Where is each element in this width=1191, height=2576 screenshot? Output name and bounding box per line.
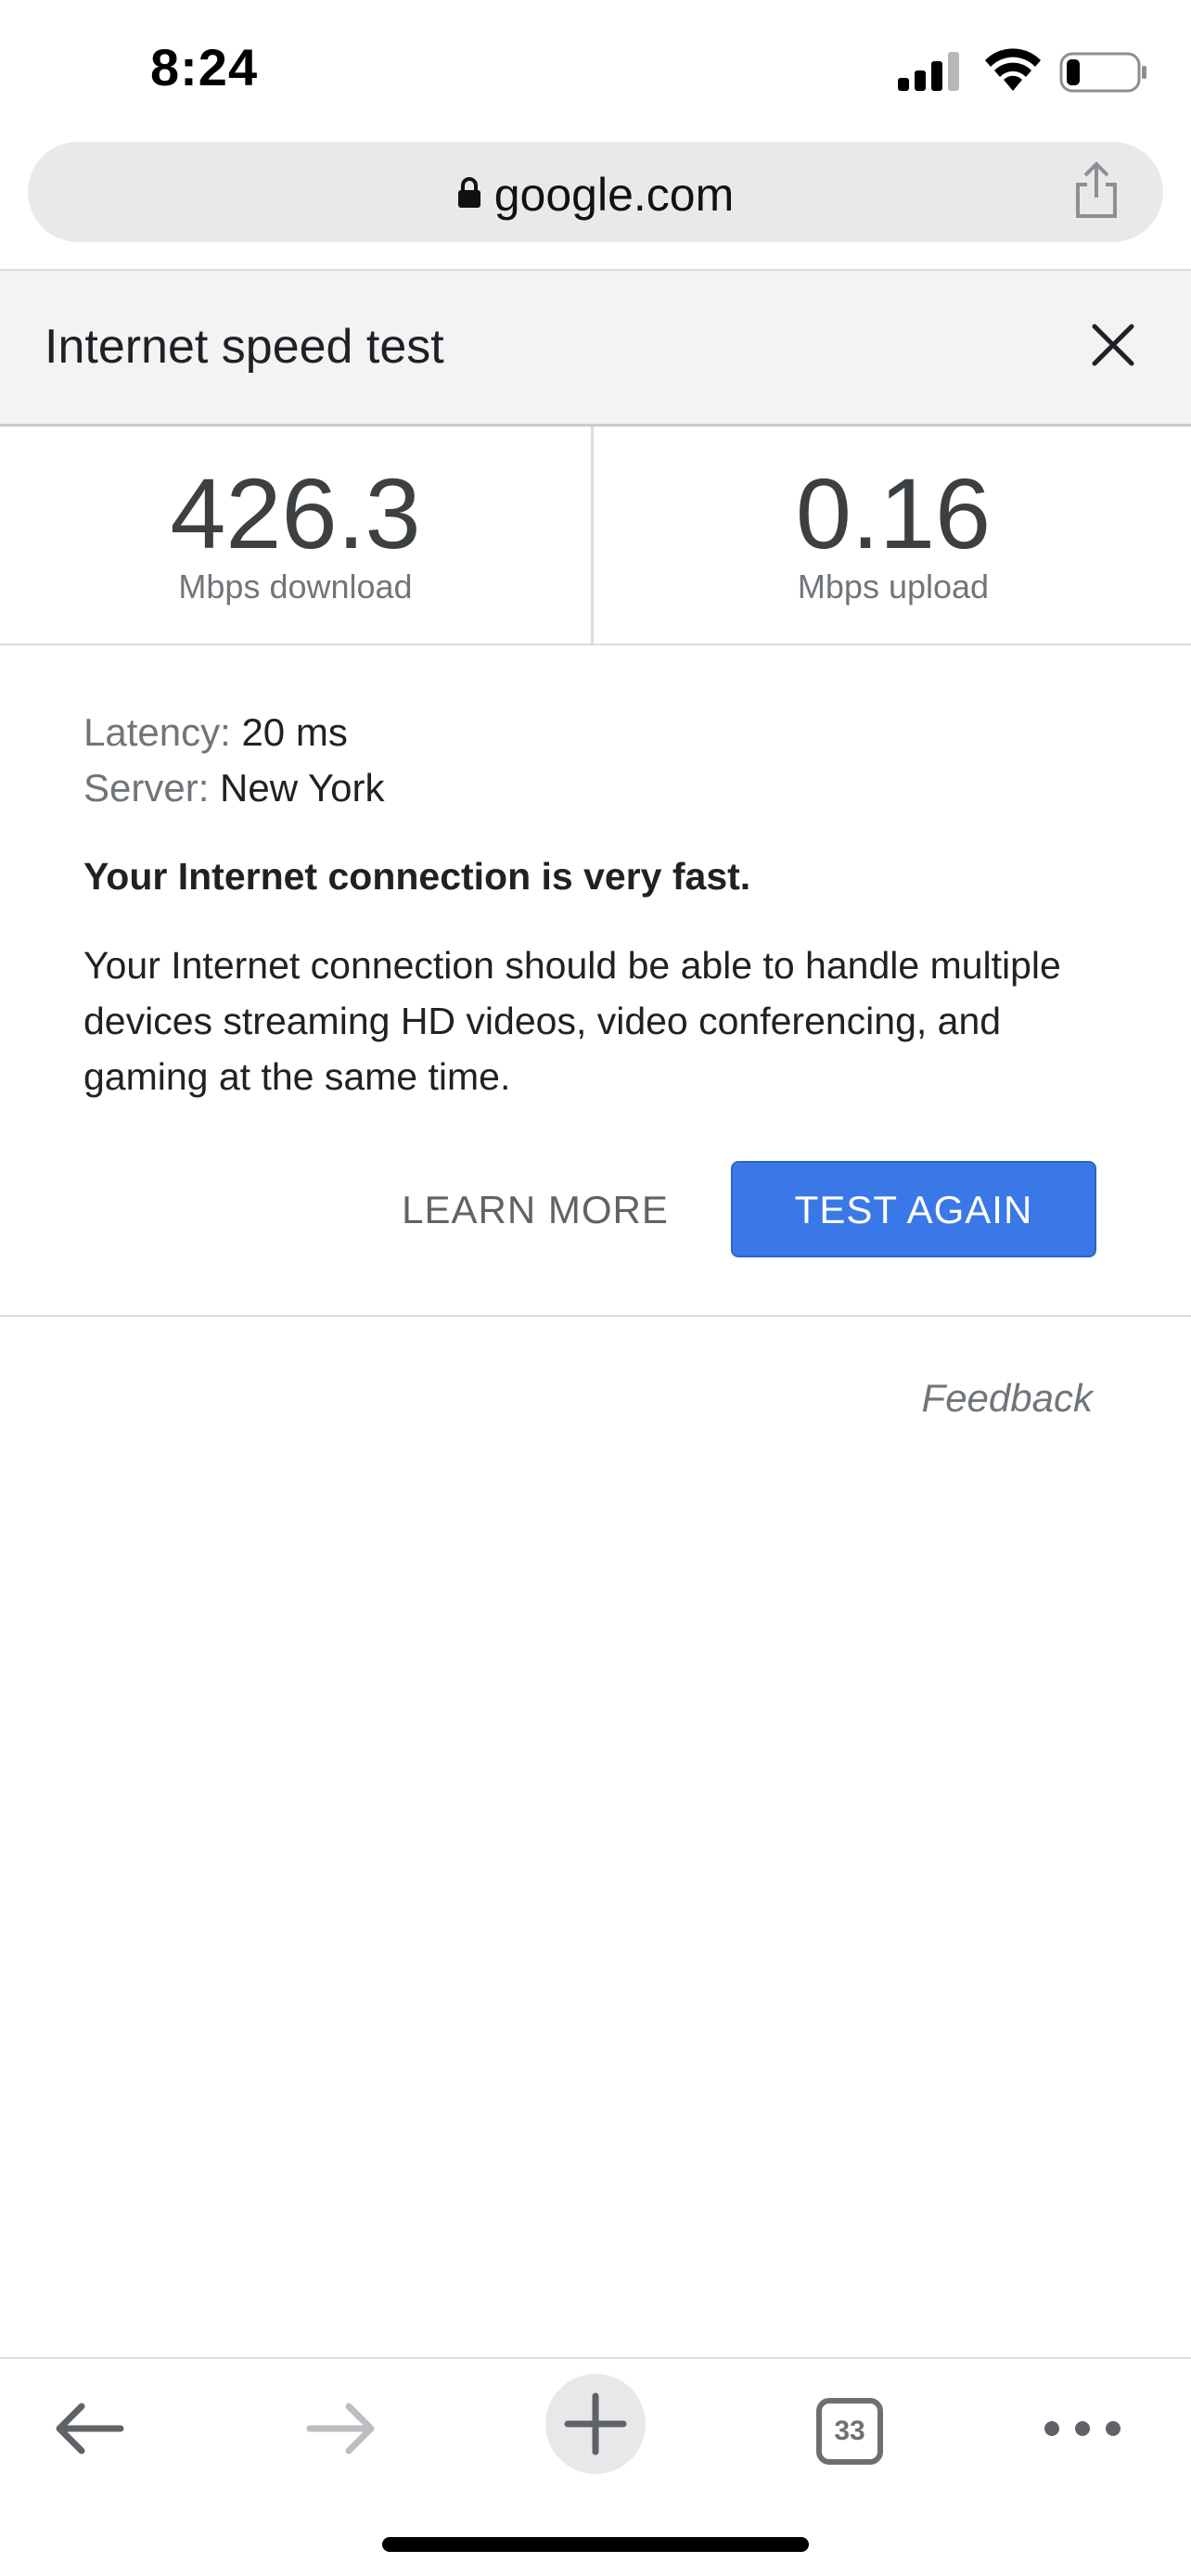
- upload-speed-unit: Mbps upload: [797, 567, 990, 606]
- download-speed-unit: Mbps download: [178, 567, 413, 606]
- result-description: Your Internet connection should be able …: [83, 944, 1061, 1098]
- speed-results: 426.3 Mbps download 0.16 Mbps upload: [0, 427, 1191, 645]
- url-text: google.com: [493, 169, 735, 221]
- status-time: 8:24: [150, 38, 259, 96]
- upload-result: 0.16 Mbps upload: [596, 427, 1190, 645]
- feedback-link[interactable]: Feedback: [922, 1376, 1093, 1421]
- speedtest-header: Internet speed test: [0, 271, 1191, 427]
- status-bar: 8:24: [0, 0, 1191, 139]
- home-indicator[interactable]: [382, 2537, 809, 2552]
- learn-more-button[interactable]: LEARN MORE: [390, 1161, 681, 1257]
- address-bar[interactable]: google.com: [28, 142, 1163, 242]
- server-value: New York: [220, 766, 385, 810]
- wifi-icon: [985, 48, 1041, 91]
- latency-row: Latency: 20 ms: [83, 705, 1122, 760]
- server-label: Server:: [83, 766, 210, 810]
- tabs-button[interactable]: 33: [798, 2378, 900, 2480]
- url-display[interactable]: google.com: [28, 166, 1163, 222]
- server-row: Server: New York: [83, 760, 1122, 816]
- download-result: 426.3 Mbps download: [0, 427, 594, 645]
- download-speed-value: 426.3: [170, 457, 421, 569]
- new-tab-button[interactable]: [545, 2374, 646, 2474]
- signal-icon: [898, 52, 963, 91]
- forward-arrow-icon[interactable]: [289, 2378, 391, 2480]
- test-details: Latency: 20 ms Server: New York Your Int…: [83, 705, 1122, 1104]
- share-icon[interactable]: [1070, 160, 1122, 220]
- panel-title: Internet speed test: [45, 320, 444, 374]
- tabs-icon: 33: [816, 2398, 883, 2465]
- test-again-button[interactable]: TEST AGAIN: [731, 1161, 1096, 1257]
- plus-icon: [564, 2392, 627, 2455]
- upload-speed-value: 0.16: [795, 457, 992, 569]
- result-headline: Your Internet connection is very fast.: [83, 855, 751, 898]
- more-icon[interactable]: [1031, 2378, 1133, 2480]
- lock-icon: [457, 166, 481, 208]
- latency-value: 20 ms: [241, 710, 348, 754]
- divider: [0, 1315, 1191, 1317]
- close-icon[interactable]: [1085, 317, 1141, 373]
- back-arrow-icon[interactable]: [39, 2378, 141, 2480]
- battery-icon: [1059, 52, 1146, 93]
- latency-label: Latency:: [83, 710, 231, 754]
